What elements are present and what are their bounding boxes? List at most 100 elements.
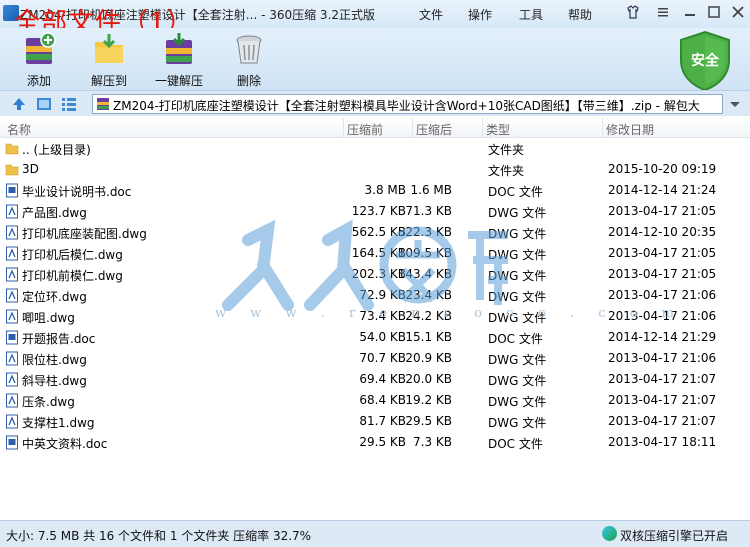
- file-compressed-size: 7.3 KB: [413, 435, 452, 449]
- file-name: 中英文资料.doc: [22, 437, 108, 451]
- list-view-icon[interactable]: [61, 96, 77, 112]
- column-original-size[interactable]: 压缩前: [347, 121, 383, 138]
- delete-label: 删除: [236, 74, 261, 88]
- dwg-icon: [5, 267, 19, 282]
- address-field[interactable]: ZM204-打印机底座注塑模设计【全套注射塑料模具毕业设计含Word+10张CA…: [92, 94, 723, 114]
- file-type: DOC 文件: [488, 332, 543, 346]
- file-type: DWG 文件: [488, 248, 547, 262]
- file-row[interactable]: .. (上级目录) 文件夹: [0, 138, 750, 159]
- file-row[interactable]: 斜导柱.dwg 69.4 KB 20.0 KB DWG 文件 2013-04-17 21…: [0, 369, 750, 390]
- column-divider: [482, 118, 483, 138]
- security-badge[interactable]: 安全: [677, 30, 733, 92]
- menu-file[interactable]: 文件: [419, 6, 443, 23]
- file-compressed-size: 15.1 KB: [405, 330, 452, 344]
- file-row[interactable]: 产品图.dwg 123.7 KB 71.3 KB DWG 文件 2013-04-17 2…: [0, 201, 750, 222]
- file-original-size: 123.7 KB: [351, 204, 406, 218]
- file-row[interactable]: 压条.dwg 68.4 KB 19.2 KB DWG 文件 2013-04-17 21:…: [0, 390, 750, 411]
- file-type: DWG 文件: [488, 227, 547, 241]
- file-row[interactable]: 开题报告.doc 54.0 KB 15.1 KB DOC 文件 2014-12-14 2…: [0, 327, 750, 348]
- file-compressed-size: 19.2 KB: [405, 393, 452, 407]
- column-divider: [343, 118, 344, 138]
- file-date: 2015-10-20 09:19: [608, 162, 717, 176]
- dwg-icon: [5, 204, 19, 219]
- file-compressed-size: 20.0 KB: [405, 372, 452, 386]
- file-date: 2013-04-17 21:06: [608, 288, 717, 302]
- file-date: 2014-12-14 21:24: [608, 183, 717, 197]
- file-date: 2013-04-17 21:06: [608, 351, 717, 365]
- file-type: DWG 文件: [488, 290, 547, 304]
- file-original-size: 81.7 KB: [359, 414, 406, 428]
- extract-to-button[interactable]: 解压到: [77, 32, 141, 88]
- maximize-icon[interactable]: [706, 4, 722, 20]
- address-dropdown-icon[interactable]: [727, 96, 743, 112]
- file-name: 3D: [22, 162, 39, 176]
- one-click-extract-button[interactable]: 一键解压: [147, 32, 211, 88]
- dwg-icon: [5, 372, 19, 387]
- column-divider: [602, 118, 603, 138]
- file-name: 打印机前模仁.dwg: [22, 269, 123, 283]
- file-row[interactable]: 打印机后模仁.dwg 164.5 KB 109.5 KB DWG 文件 2013-04-…: [0, 243, 750, 264]
- doc-icon: [5, 183, 19, 198]
- list-header: 名称 压缩前 压缩后 类型 修改日期: [0, 118, 750, 138]
- file-row[interactable]: 打印机底座装配图.dwg 562.5 KB 522.3 KB DWG 文件 2014-1…: [0, 222, 750, 243]
- file-date: 2013-04-17 21:07: [608, 372, 717, 386]
- file-row[interactable]: 打印机前模仁.dwg 202.3 KB 143.4 KB DWG 文件 2013-04-…: [0, 264, 750, 285]
- column-type[interactable]: 类型: [486, 121, 510, 138]
- file-compressed-size: 29.5 KB: [405, 414, 452, 428]
- file-row[interactable]: 3D 文件夹 2015-10-20 09:19: [0, 159, 750, 180]
- zip-icon: [97, 98, 109, 110]
- file-original-size: 72.9 KB: [359, 288, 406, 302]
- add-label: 添加: [26, 74, 51, 88]
- file-row[interactable]: 定位环.dwg 72.9 KB 23.4 KB DWG 文件 2013-04-17 21…: [0, 285, 750, 306]
- file-compressed-size: 1.6 MB: [410, 183, 452, 197]
- file-name: 支撑柱1.dwg: [22, 416, 95, 430]
- column-modified-date[interactable]: 修改日期: [606, 121, 654, 138]
- file-date: 2013-04-17 21:05: [608, 246, 717, 260]
- file-original-size: 3.8 MB: [364, 183, 406, 197]
- file-type: DWG 文件: [488, 353, 547, 367]
- file-name: 定位环.dwg: [22, 290, 87, 304]
- file-type: DWG 文件: [488, 206, 547, 220]
- file-original-size: 69.4 KB: [359, 372, 406, 386]
- folder-icon: [5, 162, 19, 177]
- file-row[interactable]: 中英文资料.doc 29.5 KB 7.3 KB DOC 文件 2013-04-17 1…: [0, 432, 750, 453]
- menu-operation[interactable]: 操作: [468, 6, 492, 23]
- skin-icon[interactable]: [625, 4, 641, 20]
- folder-icon: [5, 141, 19, 156]
- file-compressed-size: 23.4 KB: [405, 288, 452, 302]
- menu-help[interactable]: 帮助: [568, 6, 592, 23]
- file-compressed-size: 20.9 KB: [405, 351, 452, 365]
- menu-tools[interactable]: 工具: [519, 6, 543, 23]
- dwg-icon: [5, 351, 19, 366]
- minimize-icon[interactable]: [682, 4, 698, 20]
- column-name[interactable]: 名称: [7, 121, 31, 138]
- watermark-url: w w w . r e n r o o o . c o m: [215, 306, 684, 321]
- file-row[interactable]: 毕业设计说明书.doc 3.8 MB 1.6 MB DOC 文件 2014-12-14 …: [0, 180, 750, 201]
- file-original-size: 68.4 KB: [359, 393, 406, 407]
- delete-button[interactable]: 删除: [217, 32, 281, 88]
- up-arrow-icon[interactable]: [11, 96, 27, 112]
- file-name: 开题报告.doc: [22, 332, 96, 346]
- add-button[interactable]: 添加: [7, 32, 71, 88]
- column-divider: [412, 118, 413, 138]
- file-compressed-size: 109.5 KB: [397, 246, 452, 260]
- file-name: 打印机后模仁.dwg: [22, 248, 123, 262]
- file-row[interactable]: 支撑柱1.dwg 81.7 KB 29.5 KB DWG 文件 2013-04-17 2…: [0, 411, 750, 432]
- view-icon[interactable]: [36, 96, 52, 112]
- file-original-size: 54.0 KB: [359, 330, 406, 344]
- address-path: ZM204-打印机底座注塑模设计【全套注射塑料模具毕业设计含Word+10张CA…: [113, 99, 700, 113]
- column-compressed-size[interactable]: 压缩后: [416, 121, 452, 138]
- file-type: DWG 文件: [488, 416, 547, 430]
- file-compressed-size: 71.3 KB: [405, 204, 452, 218]
- engine-status[interactable]: 双核压缩引擎已开启: [620, 527, 728, 544]
- close-icon[interactable]: [730, 4, 746, 20]
- file-date: 2013-04-17 18:11: [608, 435, 717, 449]
- file-row[interactable]: 限位柱.dwg 70.7 KB 20.9 KB DWG 文件 2013-04-17 21…: [0, 348, 750, 369]
- menu-dropdown-icon[interactable]: [655, 4, 671, 20]
- one-click-extract-label: 一键解压: [154, 74, 203, 88]
- file-type: DWG 文件: [488, 395, 547, 409]
- title-bar: ZM204-打印机底座注塑模设计【全套注射... - 360压缩 3.2正式版 …: [0, 0, 750, 38]
- file-original-size: 29.5 KB: [359, 435, 406, 449]
- file-name: 限位柱.dwg: [22, 353, 87, 367]
- security-label: 安全: [691, 53, 719, 69]
